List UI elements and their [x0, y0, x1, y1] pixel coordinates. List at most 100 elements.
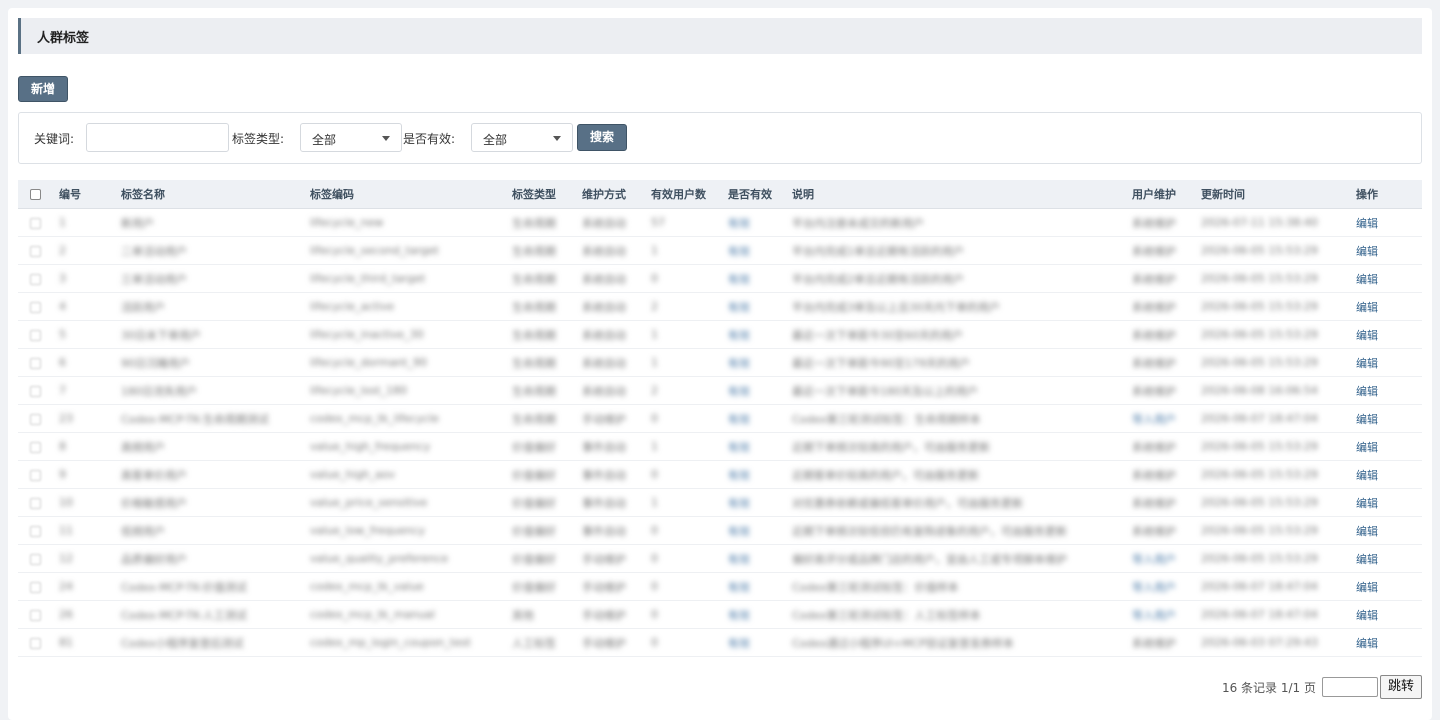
- row-checkbox[interactable]: [30, 357, 41, 369]
- cell-updated: 2026-07-11 15:38:40: [1195, 208, 1350, 237]
- tag-table: 编号 标签名称 标签编码 标签类型 维护方式 有效用户数 是否有效 说明 用户维…: [18, 180, 1422, 657]
- cell-action[interactable]: 编辑: [1350, 320, 1422, 349]
- cell-type: 价值偏好: [506, 488, 576, 517]
- row-checkbox[interactable]: [30, 553, 41, 565]
- cell-valid: 有效: [722, 628, 786, 657]
- cell-action[interactable]: 编辑: [1350, 460, 1422, 489]
- cell-type: 其他: [506, 600, 576, 629]
- cell-valid: 有效: [722, 376, 786, 405]
- cell-users: 0: [645, 264, 722, 293]
- table-row: 26 Codex-MCP-TK-人工测试 codex_mcp_tk_manual 其他…: [18, 600, 1422, 629]
- chevron-down-icon: [553, 136, 561, 141]
- row-checkbox[interactable]: [30, 329, 41, 341]
- cell-user-maintain: 系统维护: [1126, 516, 1195, 545]
- row-checkbox[interactable]: [30, 441, 41, 453]
- cell-valid: 有效: [722, 600, 786, 629]
- row-checkbox[interactable]: [30, 273, 41, 285]
- table-row: 24 Codex-MCP-TK-价值测试 codex_mcp_tk_value 价值偏…: [18, 572, 1422, 601]
- row-checkbox-cell: [18, 628, 53, 657]
- keyword-input[interactable]: [86, 123, 229, 152]
- cell-id: 24: [53, 572, 115, 601]
- cell-updated: 2026-06-07 18:47:04: [1195, 404, 1350, 433]
- cell-action[interactable]: 编辑: [1350, 264, 1422, 293]
- cell-code: lifecycle_lost_180: [304, 376, 506, 405]
- cell-users: 0: [645, 516, 722, 545]
- cell-action[interactable]: 编辑: [1350, 628, 1422, 657]
- cell-code: codex_mcp_tk_lifecycle: [304, 404, 506, 433]
- col-users-header[interactable]: 有效用户数: [645, 180, 722, 209]
- valid-select-value: 全部: [483, 133, 508, 147]
- cell-desc: 近期客单价较高的用户，可由服务更新: [786, 460, 1126, 489]
- row-checkbox[interactable]: [30, 385, 41, 397]
- row-checkbox[interactable]: [30, 469, 41, 481]
- cell-id: 10: [53, 488, 115, 517]
- cell-action[interactable]: 编辑: [1350, 600, 1422, 629]
- cell-name: Codex-MCP-TK-人工测试: [115, 600, 304, 629]
- col-id-header[interactable]: 编号: [53, 180, 115, 209]
- cell-action[interactable]: 编辑: [1350, 544, 1422, 573]
- cell-id: 7: [53, 376, 115, 405]
- select-all-checkbox[interactable]: [30, 189, 41, 200]
- row-checkbox[interactable]: [30, 413, 41, 425]
- cell-updated: 2026-06-05 15:53:29: [1195, 544, 1350, 573]
- cell-action[interactable]: 编辑: [1350, 488, 1422, 517]
- cell-action[interactable]: 编辑: [1350, 376, 1422, 405]
- row-checkbox[interactable]: [30, 581, 41, 593]
- cell-maintain: 系统自动: [576, 320, 645, 349]
- row-checkbox[interactable]: [30, 217, 41, 229]
- row-checkbox[interactable]: [30, 525, 41, 537]
- cell-type: 生命周期: [506, 320, 576, 349]
- col-type-header[interactable]: 标签类型: [506, 180, 576, 209]
- cell-action[interactable]: 编辑: [1350, 432, 1422, 461]
- col-updated-header[interactable]: 更新时间: [1195, 180, 1350, 209]
- row-checkbox[interactable]: [30, 637, 41, 649]
- cell-action[interactable]: 编辑: [1350, 292, 1422, 321]
- cell-valid: 有效: [722, 208, 786, 237]
- row-checkbox[interactable]: [30, 609, 41, 621]
- col-valid-header[interactable]: 是否有效: [722, 180, 786, 209]
- cell-valid: 有效: [722, 292, 786, 321]
- row-checkbox[interactable]: [30, 245, 41, 257]
- table-row: 9 高客单价用户 value_high_aov 价值偏好 事件自动 0 有效 近期客单价较高的…: [18, 460, 1422, 489]
- col-desc-header[interactable]: 说明: [786, 180, 1126, 209]
- cell-valid: 有效: [722, 404, 786, 433]
- cell-updated: 2026-06-05 15:53:29: [1195, 516, 1350, 545]
- cell-updated: 2026-06-07 18:47:04: [1195, 572, 1350, 601]
- cell-maintain: 系统自动: [576, 236, 645, 265]
- add-button[interactable]: 新增: [18, 76, 68, 102]
- col-name-header[interactable]: 标签名称: [115, 180, 304, 209]
- pager-summary: 16 条记录 1/1 页: [1221, 680, 1316, 695]
- cell-id: 5: [53, 320, 115, 349]
- cell-action[interactable]: 编辑: [1350, 516, 1422, 545]
- cell-code: value_price_sensitive: [304, 488, 506, 517]
- cell-id: 9: [53, 460, 115, 489]
- cell-action[interactable]: 编辑: [1350, 208, 1422, 237]
- col-code-header[interactable]: 标签编码: [304, 180, 506, 209]
- cell-action[interactable]: 编辑: [1350, 236, 1422, 265]
- row-checkbox[interactable]: [30, 497, 41, 509]
- cell-valid: 有效: [722, 320, 786, 349]
- cell-code: lifecycle_second_target: [304, 236, 506, 265]
- valid-select[interactable]: 全部: [471, 123, 573, 152]
- table-row: 5 30日未下单用户 lifecycle_inactive_30 生命周期 系统自动 1 有…: [18, 320, 1422, 349]
- cell-type: 生命周期: [506, 292, 576, 321]
- cell-type: 生命周期: [506, 376, 576, 405]
- cell-users: 2: [645, 292, 722, 321]
- cell-action[interactable]: 编辑: [1350, 572, 1422, 601]
- cell-maintain: 系统自动: [576, 376, 645, 405]
- col-user-maintain-header[interactable]: 用户维护: [1126, 180, 1195, 209]
- cell-action[interactable]: 编辑: [1350, 348, 1422, 377]
- cell-name: 新用户: [115, 208, 304, 237]
- table-row: 23 Codex-MCP-TK-生命周期测试 codex_mcp_tk_lifecy…: [18, 404, 1422, 433]
- row-checkbox[interactable]: [30, 301, 41, 313]
- row-checkbox-cell: [18, 236, 53, 265]
- search-button[interactable]: 搜索: [577, 124, 627, 151]
- cell-name: 高频用户: [115, 432, 304, 461]
- jump-button[interactable]: 跳转: [1380, 675, 1422, 699]
- cell-action[interactable]: 编辑: [1350, 404, 1422, 433]
- page-number-input[interactable]: [1322, 677, 1378, 697]
- type-select[interactable]: 全部: [300, 123, 402, 152]
- cell-desc: 近期下单频次较低但仍有复购迹象的用户，可由服务更新: [786, 516, 1126, 545]
- cell-type: 生命周期: [506, 404, 576, 433]
- col-maintain-header[interactable]: 维护方式: [576, 180, 645, 209]
